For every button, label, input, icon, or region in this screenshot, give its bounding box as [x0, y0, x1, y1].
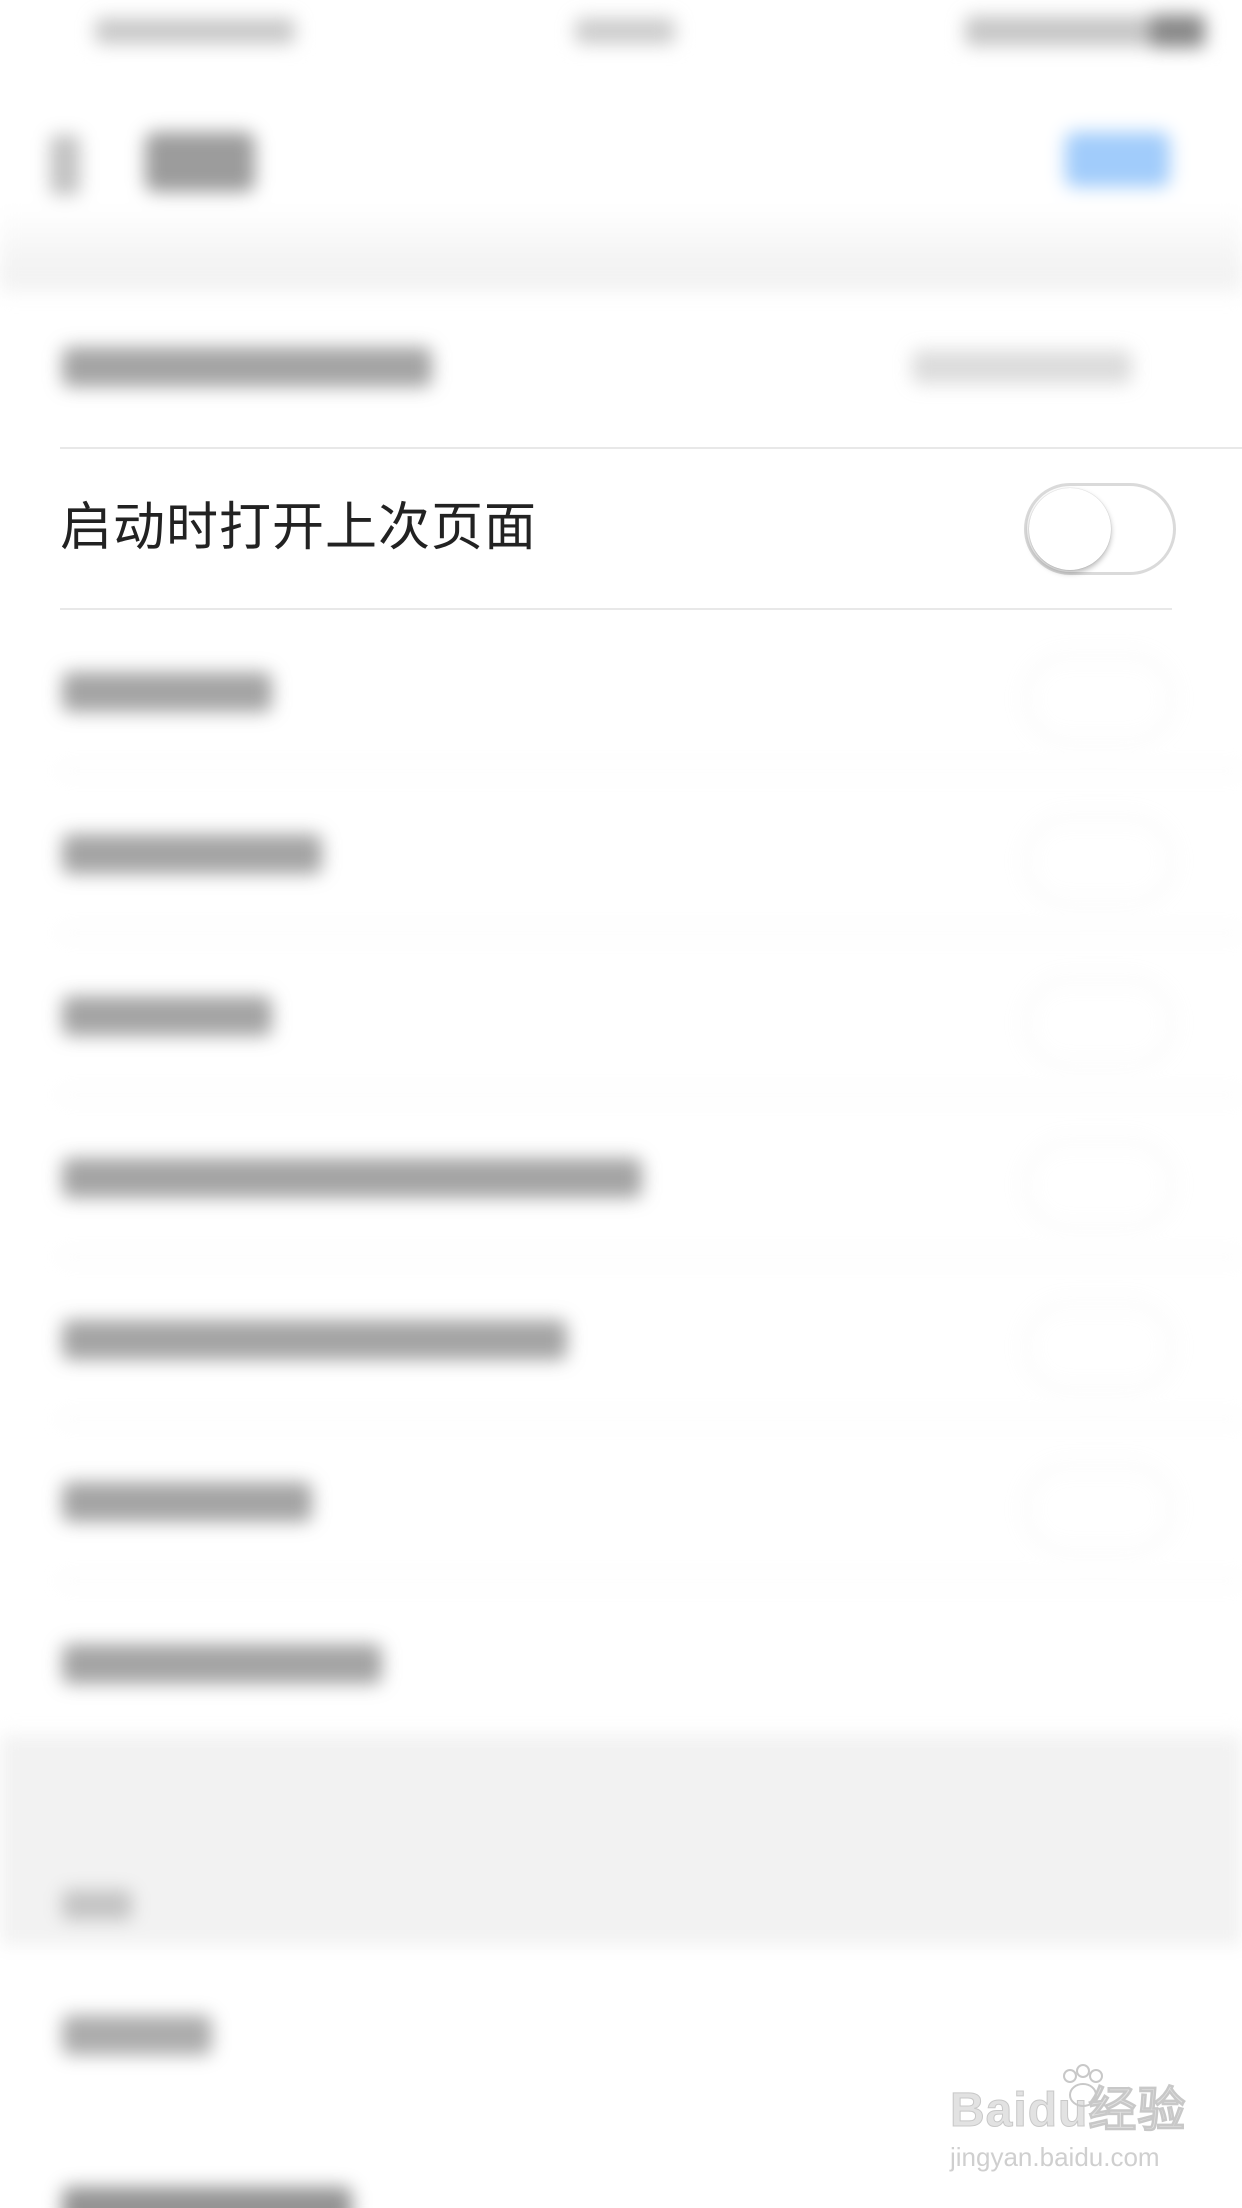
open-last-page-toggle[interactable] — [1024, 483, 1176, 575]
row-label — [62, 996, 272, 1036]
settings-row-open-last-page[interactable]: 启动时打开上次页面 — [0, 447, 1242, 610]
settings-row[interactable] — [0, 1096, 1242, 1258]
settings-row[interactable] — [0, 1582, 1242, 1744]
row-label — [62, 2187, 352, 2208]
back-arrow-icon[interactable] — [50, 135, 80, 195]
row-separator — [60, 447, 1242, 449]
row-label — [62, 834, 322, 874]
carrier-signal — [95, 18, 295, 44]
baidu-watermark: Baidu经验 jingyan.baidu.com — [949, 2064, 1190, 2190]
paw-icon — [1063, 2064, 1103, 2107]
row-label — [62, 2015, 212, 2055]
section-header — [0, 1735, 1242, 1945]
row-label — [62, 1644, 382, 1684]
row-separator — [60, 608, 1172, 610]
toggle-switch[interactable] — [1024, 816, 1174, 906]
settings-row[interactable] — [0, 285, 1242, 447]
status-bar — [0, 0, 1242, 60]
row-label — [62, 1320, 567, 1360]
clock — [575, 18, 675, 44]
toggle-switch[interactable] — [1024, 1140, 1174, 1230]
settings-screen: 启动时打开上次页面 Baidu经验 jingyan.baidu.com — [0, 0, 1242, 2208]
toggle-switch[interactable] — [1024, 654, 1174, 744]
toggle-switch[interactable] — [1024, 978, 1174, 1068]
row-label: 启动时打开上次页面 — [60, 498, 538, 558]
page-title — [145, 132, 255, 192]
row-label — [62, 347, 432, 387]
section-title — [62, 1890, 132, 1920]
toggle-switch[interactable] — [1024, 1302, 1174, 1392]
settings-row[interactable] — [0, 1258, 1242, 1420]
nav-action-button[interactable] — [1065, 132, 1170, 187]
toggle-knob — [1029, 488, 1111, 570]
nav-bar — [0, 60, 1242, 270]
toggle-switch[interactable] — [1024, 1464, 1174, 1554]
row-label — [62, 1158, 642, 1198]
settings-row[interactable] — [0, 934, 1242, 1096]
settings-row[interactable] — [0, 772, 1242, 934]
row-value — [912, 350, 1132, 384]
watermark-site: jingyan.baidu.com — [950, 2142, 1160, 2172]
row-label — [62, 1482, 312, 1522]
battery-icon — [1150, 14, 1205, 48]
settings-row[interactable] — [0, 1420, 1242, 1582]
row-label — [62, 672, 272, 712]
settings-row[interactable] — [0, 610, 1242, 772]
